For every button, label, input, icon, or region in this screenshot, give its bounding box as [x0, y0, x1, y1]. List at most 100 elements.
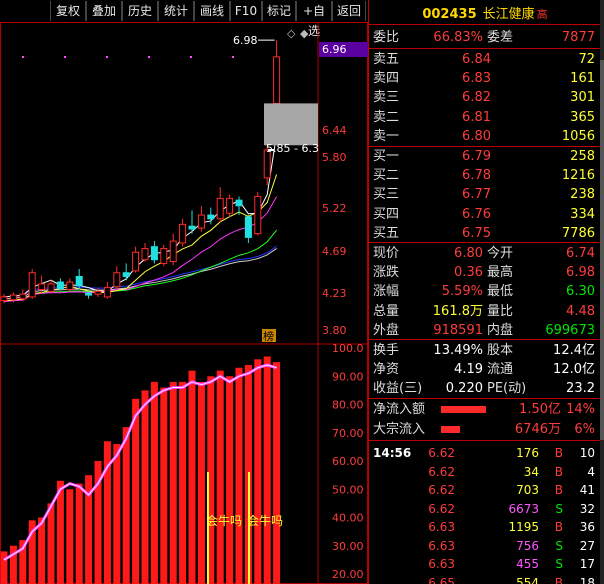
candle-body	[94, 290, 102, 295]
scrollbar-thumb[interactable]	[600, 60, 604, 440]
level-price: 6.84	[462, 52, 491, 67]
indicator-bar	[169, 381, 177, 584]
tick-row[interactable]: 6.62 34 B 4	[369, 463, 601, 482]
bid-level-row: 买二 6.78 1216	[369, 166, 601, 185]
tick-row[interactable]: 6.63 1195 B 36	[369, 518, 601, 537]
tick-price: 6.62	[428, 464, 455, 479]
divider	[369, 440, 601, 441]
price-axis-label: 5.22	[322, 202, 347, 215]
add-watchlist-button[interactable]: +自选	[296, 1, 332, 38]
capital-flow-row: 净流入额 1.50亿 14%	[369, 400, 601, 419]
candle-body	[160, 248, 168, 264]
overlay-button[interactable]: 叠加	[86, 1, 122, 21]
tick-row[interactable]: 6.65 554 B 18	[369, 574, 601, 584]
candle-body	[188, 225, 196, 230]
fuquan-button[interactable]: 复权	[50, 1, 86, 21]
tick-price: 6.62	[428, 446, 455, 460]
candle-body	[113, 272, 121, 288]
mark-button[interactable]: 标记	[262, 1, 296, 21]
indicator-bar	[179, 381, 187, 584]
tick-row[interactable]: 6.62 6673 S 32	[369, 500, 601, 519]
divider	[369, 242, 601, 243]
flow-value: 6746万	[514, 422, 561, 437]
gap-zone	[264, 103, 318, 146]
tick-row[interactable]: 6.62 703 B 41	[369, 481, 601, 500]
signal-label: 会牛吗	[206, 513, 242, 528]
tick-count: 17	[579, 557, 595, 571]
tick-row[interactable]: 6.63 455 S 17	[369, 555, 601, 574]
stat-label: 总量	[373, 303, 400, 319]
diamond-icon: ◆	[300, 27, 309, 40]
candle-body	[0, 296, 8, 302]
stat-label: PE(动)	[487, 381, 527, 396]
statistics-button[interactable]: 统计	[158, 1, 194, 21]
tick-count: 27	[579, 538, 595, 553]
webi-value: 66.83%	[433, 30, 483, 45]
level-label: 卖五	[373, 52, 400, 67]
stat-value: 918591	[433, 322, 483, 338]
level-label: 卖三	[373, 90, 400, 106]
level-volume: 72	[578, 52, 595, 67]
back-button[interactable]: 返回	[332, 1, 366, 21]
fund-row: 换手 13.49% 股本 12.4亿	[369, 341, 601, 360]
indicator-bar	[122, 427, 130, 584]
tick-side: S	[555, 501, 563, 516]
stat-value: 6.74	[566, 246, 595, 261]
weicha-label: 委差	[487, 30, 514, 45]
stat-label: 收益(三)	[373, 381, 423, 396]
tick-price: 6.65	[428, 575, 455, 584]
flow-value: 1.50亿	[519, 402, 561, 417]
stat-label: 换手	[373, 343, 400, 358]
marker-dot	[232, 56, 234, 58]
tick-side: B	[554, 483, 563, 497]
marker-dot	[22, 56, 24, 58]
candle-body	[169, 240, 177, 263]
kline-chart-area[interactable]: ◇ ◆ 6.96 6.44 5.80 5.22 4.69 4.23 3.80 100.0 90.00…	[0, 22, 368, 584]
kline-chart[interactable]: ◇ ◆ 6.96 6.44 5.80 5.22 4.69 4.23 3.80 100.0 90.00…	[0, 22, 368, 584]
candle-body	[19, 293, 27, 300]
draw-line-button[interactable]: 画线	[194, 1, 230, 21]
tick-price: 6.62	[428, 501, 455, 516]
marker-dot	[106, 56, 108, 58]
stat-label: 量比	[487, 303, 514, 319]
level-label: 买一	[373, 149, 400, 164]
stock-code: 002435	[422, 7, 477, 22]
stats-row: 总量 161.8万 量比 4.48	[369, 302, 601, 321]
history-button[interactable]: 历史	[122, 1, 158, 21]
tick-side: B	[554, 575, 563, 584]
candle-body	[150, 246, 158, 261]
stat-label: 现价	[373, 246, 400, 261]
indicator-bar	[141, 390, 149, 584]
level-volume: 238	[570, 187, 595, 203]
divider	[369, 339, 601, 340]
tick-volume: 34	[523, 464, 539, 479]
tick-row[interactable]: 6.62 176 B 10	[369, 444, 601, 463]
indicator-bar	[273, 362, 281, 584]
f10-button[interactable]: F10	[230, 1, 262, 21]
stat-value: 12.0亿	[553, 362, 595, 377]
tick-count: 4	[587, 464, 595, 479]
divider	[369, 48, 601, 49]
tick-price: 6.63	[428, 557, 455, 571]
candle-body	[235, 199, 243, 207]
stat-label: 外盘	[373, 322, 400, 338]
tick-side: S	[555, 557, 563, 571]
indicator-bar	[254, 359, 262, 584]
tick-price: 6.63	[428, 538, 455, 553]
indicator-axis-label: 30.00	[332, 540, 364, 553]
stats-row: 涨幅 5.59% 最低 6.30	[369, 282, 601, 301]
panel-scrollbar[interactable]	[600, 0, 604, 584]
diamond-icon: ◇	[287, 27, 296, 40]
candle-body	[75, 275, 83, 287]
stat-label: 股本	[487, 343, 514, 358]
stat-label: 内盘	[487, 322, 514, 338]
divider	[369, 24, 601, 25]
candle-body	[197, 214, 205, 229]
tick-volume: 1195	[508, 520, 539, 534]
candle-body	[122, 272, 130, 277]
tick-row[interactable]: 6.63 756 S 27	[369, 537, 601, 556]
stat-value: 6.98	[566, 265, 595, 281]
stat-label: 净资	[373, 362, 400, 377]
candle-body	[273, 56, 281, 104]
level-volume: 334	[570, 206, 595, 222]
